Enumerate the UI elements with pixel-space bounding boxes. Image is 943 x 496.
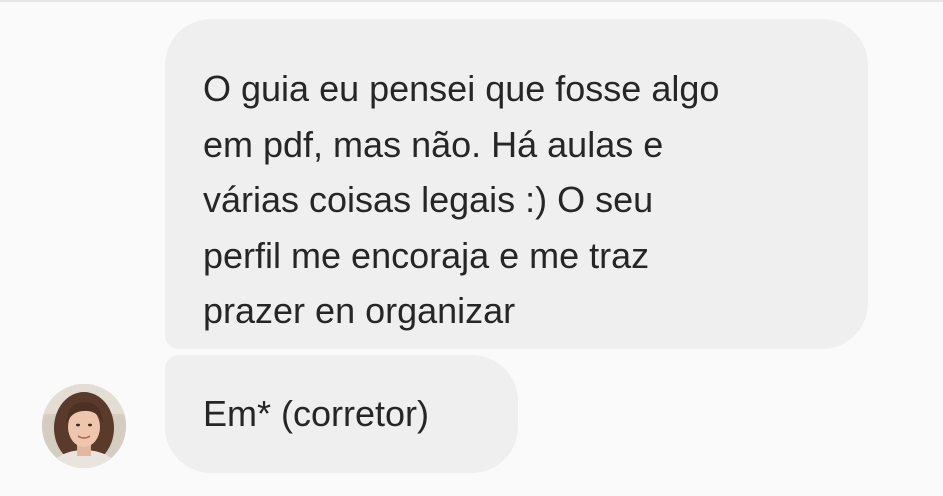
message-bubble[interactable]: O guia eu pensei que fosse algo em pdf, … [165, 19, 868, 349]
person-photo-icon [42, 384, 126, 468]
sender-avatar[interactable] [42, 384, 126, 468]
window-top-edge [0, 0, 943, 2]
message-bubble[interactable]: Em* (corretor) [165, 355, 518, 473]
